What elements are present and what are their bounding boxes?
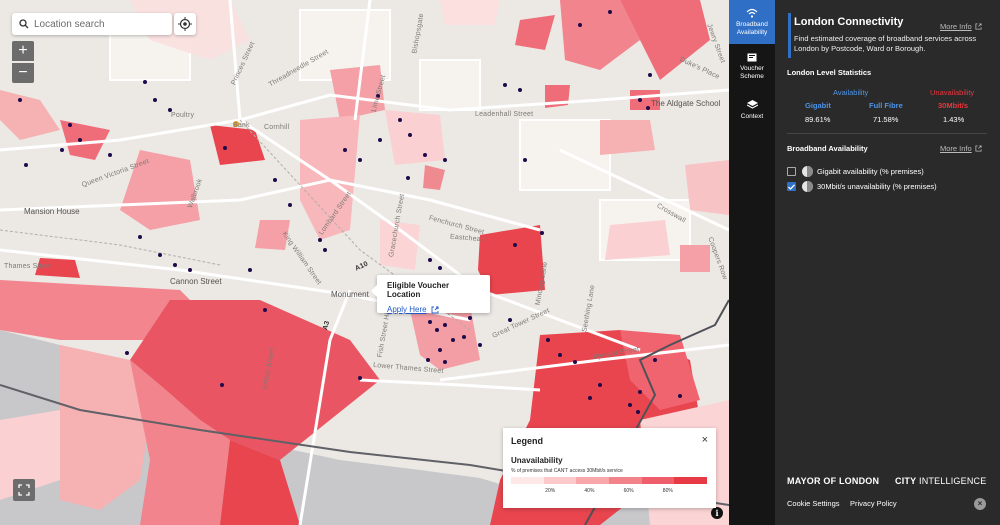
wifi-icon	[746, 7, 758, 19]
brand-intelligence: INTELLIGENCE	[919, 476, 987, 486]
voucher-popup: Eligible Voucher Location Apply Here	[371, 275, 490, 314]
panel-description: Find estimated coverage of broadband ser…	[794, 34, 977, 53]
external-link-icon	[431, 306, 439, 313]
label-monument: Monument	[331, 290, 369, 299]
label-thames-street: Thames Street	[4, 263, 53, 270]
apply-here-link[interactable]: Apply Here	[387, 305, 439, 314]
stat-fullfibre-value: 71.58%	[873, 115, 899, 124]
layer-toggle-30mbit[interactable]: 30Mbit/s unavailability (% premises)	[787, 181, 937, 192]
tab-label: Broadband Availability	[736, 21, 768, 36]
legend-color-step	[641, 477, 675, 484]
stat-30mbit-label: 30Mbit/s	[938, 101, 969, 110]
stat-gigabit-value: 89.61%	[805, 115, 831, 124]
availability-header: Availability	[833, 88, 869, 97]
stat-30mbit-value: 1.43%	[943, 115, 965, 124]
title-accent-bar	[788, 13, 791, 58]
tab-label: Voucher Scheme	[740, 65, 764, 80]
apply-here-label: Apply Here	[387, 305, 427, 314]
legend-color-step	[543, 477, 577, 484]
legend-panel: Legend × Unavailability % of premises th…	[503, 428, 716, 508]
legend-description: % of premises that CAN'T access 30Mbit/s…	[511, 468, 623, 474]
city-intelligence-logo: CITY INTELLIGENCE	[895, 476, 986, 486]
map-canvas[interactable]: Mansion House Thames Street Cannon Stree…	[0, 0, 729, 525]
stats-title: London Level Statistics	[787, 68, 872, 77]
legend-tick: 60%	[623, 488, 634, 494]
cookie-settings-link[interactable]: Cookie Settings	[787, 499, 840, 508]
divider	[787, 133, 987, 134]
legend-close-button[interactable]: ×	[702, 434, 708, 446]
broadband-availability-title: Broadband Availability	[787, 144, 868, 153]
panel-title: London Connectivity	[794, 16, 904, 28]
search-box[interactable]	[12, 13, 172, 35]
more-info-label: More Info	[940, 144, 972, 153]
legend-color-bar	[511, 477, 708, 484]
legend-color-step	[576, 477, 610, 484]
zoom-in-button[interactable]: +	[12, 41, 34, 61]
legend-tick: 80%	[662, 488, 673, 494]
more-info-link[interactable]: More Info	[940, 22, 982, 31]
label-cornhill: Cornhill	[264, 124, 290, 131]
app: Mansion House Thames Street Cannon Stree…	[0, 0, 1000, 525]
gigabit-checkbox[interactable]	[787, 167, 796, 176]
legend-tick: 20%	[545, 488, 556, 494]
stat-fullfibre-label: Full Fibre	[869, 101, 903, 110]
legend-color-step	[674, 477, 708, 484]
layer-swatch-icon	[802, 166, 813, 177]
search-icon	[19, 19, 29, 29]
legend-subtitle: Unavailability	[511, 456, 563, 465]
layers-icon	[746, 99, 758, 111]
legend-color-step	[609, 477, 642, 484]
search-input[interactable]	[34, 18, 164, 30]
tab-context[interactable]: Context	[729, 88, 775, 132]
tab-voucher-scheme[interactable]: Voucher Scheme	[729, 44, 775, 88]
info-panel: London Connectivity More Info Find estim…	[775, 0, 1000, 525]
tab-label: Context	[740, 113, 764, 120]
checkmark-icon	[788, 183, 795, 190]
layer-label: 30Mbit/s unavailability (% premises)	[817, 182, 937, 191]
external-link-icon	[975, 145, 982, 152]
privacy-policy-link[interactable]: Privacy Policy	[850, 499, 897, 508]
stat-gigabit-label: Gigabit	[805, 101, 831, 110]
legend-title: Legend	[511, 436, 544, 446]
label-poultry: Poultry	[171, 112, 195, 119]
brand-city: CITY	[895, 476, 917, 486]
30mbit-checkbox[interactable]	[787, 182, 796, 191]
legend-color-step	[511, 477, 544, 484]
popup-title: Eligible Voucher Location	[387, 281, 450, 299]
layer-toggle-gigabit[interactable]: Gigabit availability (% premises)	[787, 166, 924, 177]
label-cannon-street: Cannon Street	[170, 277, 222, 286]
label-bank: Bank	[233, 122, 250, 129]
tab-broadband-availability[interactable]: Broadband Availability	[729, 0, 775, 44]
expand-icon	[18, 484, 30, 496]
voucher-icon	[747, 51, 757, 63]
unavailability-header: Unavailability	[930, 88, 975, 97]
layer-swatch-icon	[802, 181, 813, 192]
legend-ticks: 20% 40% 60% 80%	[511, 485, 707, 495]
external-link-icon	[975, 23, 982, 30]
broadband-more-info-link[interactable]: More Info	[940, 144, 982, 153]
crosshair-icon	[178, 17, 192, 31]
legend-tick: 40%	[584, 488, 595, 494]
fullscreen-button[interactable]	[13, 479, 35, 501]
mayor-of-london-logo: MAYOR OF LONDON	[787, 476, 880, 486]
label-mansion-house: Mansion House	[24, 207, 80, 216]
label-leadenhall-street: Leadenhall Street	[475, 111, 534, 118]
label-aldgate-school: The Aldgate School	[651, 99, 721, 108]
zoom-out-button[interactable]: −	[12, 63, 34, 83]
info-icon[interactable]: i	[711, 507, 723, 519]
more-info-label: More Info	[940, 22, 972, 31]
locate-button[interactable]	[174, 13, 196, 35]
layer-label: Gigabit availability (% premises)	[817, 167, 924, 176]
side-tab-bar: Broadband Availability Voucher Scheme Co…	[729, 0, 775, 525]
close-button[interactable]: ×	[974, 498, 986, 510]
